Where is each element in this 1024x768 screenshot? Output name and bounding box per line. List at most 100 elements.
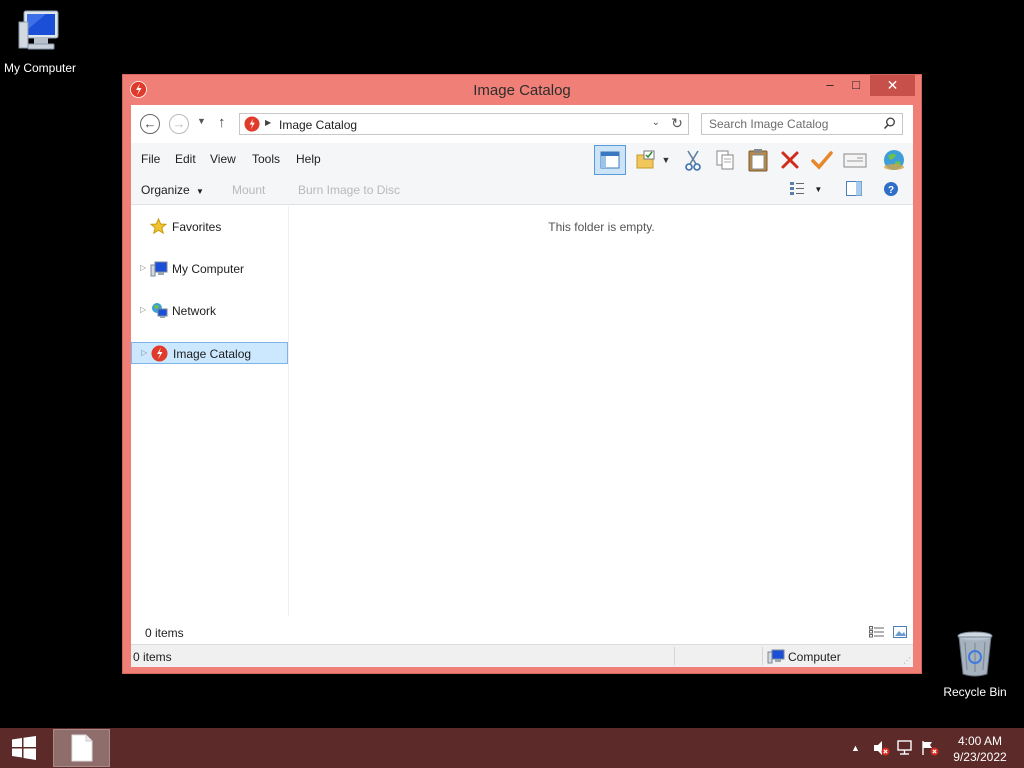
properties-button[interactable] <box>841 147 869 173</box>
search-input[interactable] <box>709 117 879 131</box>
address-row: ← → ▼ ↑ ▶ Image Catalog ⌄ ↻ <box>131 105 913 143</box>
tree-item-label: My Computer <box>172 262 245 276</box>
menu-tools[interactable]: Tools <box>252 152 280 166</box>
menu-help[interactable]: Help <box>296 152 321 166</box>
expand-arrow-icon[interactable]: ▷ <box>141 348 147 357</box>
up-button[interactable]: ↑ <box>218 114 226 131</box>
menu-view[interactable]: View <box>210 152 236 166</box>
check-button[interactable] <box>808 147 836 173</box>
daemon-tools-icon <box>244 116 260 132</box>
tree-item-image-catalog[interactable]: ▷ Image Catalog <box>131 342 288 364</box>
tree-item-network[interactable]: ▷ Network <box>131 300 288 322</box>
desktop-icon-label: Recycle Bin <box>943 685 1007 699</box>
network-status-icon[interactable] <box>897 728 915 768</box>
image-catalog-window: Image Catalog – □ ✕ ← → ▼ ↑ ▶ Image Cata… <box>122 74 922 674</box>
svg-text:?: ? <box>888 185 894 196</box>
tree-item-label: Network <box>172 304 217 318</box>
menu-bar: File Edit View Tools Help ▼ <box>131 143 913 175</box>
paste-icon <box>748 149 768 172</box>
properties-icon <box>843 153 867 168</box>
address-bar[interactable]: ▶ Image Catalog ⌄ <box>239 113 689 135</box>
new-folder-icon <box>636 150 655 169</box>
view-list-icon <box>790 182 804 195</box>
new-folder-dropdown[interactable]: ▼ <box>659 147 673 173</box>
change-view-button[interactable]: ▼ <box>789 181 822 198</box>
tree-item-favorites[interactable]: Favorites <box>131 216 288 238</box>
copy-button[interactable] <box>711 147 739 173</box>
status-zone-label: Computer <box>788 650 841 664</box>
close-button[interactable]: ✕ <box>870 75 915 96</box>
maximize-button[interactable]: □ <box>843 75 869 96</box>
daemon-tools-icon <box>151 345 168 362</box>
paste-button[interactable] <box>744 147 772 173</box>
back-button[interactable]: ← <box>140 114 160 134</box>
desktop-icon-recycle-bin[interactable]: Recycle Bin <box>935 630 1015 699</box>
breadcrumb-image-catalog[interactable]: Image Catalog <box>279 118 357 132</box>
tree-item-label: Image Catalog <box>173 347 252 361</box>
minimize-button[interactable]: – <box>817 75 843 96</box>
tree-item-my-computer[interactable]: ▷ My Computer <box>131 258 288 280</box>
new-folder-button[interactable] <box>632 147 660 173</box>
delete-icon <box>781 151 799 169</box>
chevron-down-icon: ▼ <box>196 187 204 196</box>
windows-logo-icon <box>12 736 36 760</box>
large-icons-view-icon <box>893 626 907 638</box>
copy-icon <box>716 150 734 170</box>
volume-icon[interactable] <box>872 728 890 768</box>
menu-file[interactable]: File <box>141 152 160 166</box>
desktop-icon-my-computer[interactable]: My Computer <box>0 8 80 75</box>
organize-button[interactable]: Organize ▼ <box>141 183 204 197</box>
empty-folder-message: This folder is empty. <box>548 220 655 234</box>
globe-button[interactable] <box>880 147 908 173</box>
globe-icon <box>884 150 904 170</box>
search-icon[interactable] <box>883 117 896 130</box>
title-bar[interactable]: Image Catalog – □ ✕ <box>123 75 921 105</box>
search-box[interactable] <box>701 113 903 135</box>
forward-button[interactable]: → <box>169 114 189 134</box>
organize-label: Organize <box>141 183 190 197</box>
mount-button[interactable]: Mount <box>232 183 265 197</box>
status-zone: Computer <box>767 648 841 667</box>
recent-locations-dropdown[interactable]: ▼ <box>197 116 206 126</box>
delete-button[interactable] <box>776 147 804 173</box>
show-hidden-icons-button[interactable]: ▲ <box>851 728 860 768</box>
status-bar: 0 items Computer ⋰ <box>131 644 913 667</box>
details-bar: 0 items <box>131 621 913 643</box>
resize-grip-icon[interactable]: ⋰ <box>903 656 911 665</box>
taskbar-app-button[interactable] <box>53 729 110 767</box>
burn-image-button[interactable]: Burn Image to Disc <box>298 183 400 197</box>
window-client: ← → ▼ ↑ ▶ Image Catalog ⌄ ↻ Search Image… <box>131 105 913 667</box>
clock-time: 4:00 AM <box>957 734 1003 748</box>
breadcrumb-separator-icon[interactable]: ▶ <box>265 118 271 127</box>
status-item-count: 0 items <box>133 650 172 664</box>
address-dropdown-icon[interactable]: ⌄ <box>652 117 660 128</box>
expand-arrow-icon[interactable]: ▷ <box>140 305 146 314</box>
window-title: Image Catalog <box>473 82 571 99</box>
computer-icon <box>767 649 785 664</box>
recycle-bin-icon <box>957 631 993 677</box>
file-list[interactable]: This folder is empty. <box>290 206 913 616</box>
clock-date: 9/23/2022 <box>953 750 1007 764</box>
network-icon <box>152 303 168 318</box>
expand-arrow-icon[interactable]: ▷ <box>140 263 146 272</box>
help-button[interactable]: ? <box>883 181 899 200</box>
menu-edit[interactable]: Edit <box>175 152 196 166</box>
system-clock[interactable]: 4:00 AM 9/23/2022 <box>944 733 1016 765</box>
check-icon <box>811 151 833 170</box>
cut-button[interactable] <box>679 147 707 173</box>
large-icons-view-button[interactable] <box>893 626 907 641</box>
action-center-flag-icon[interactable] <box>921 728 939 768</box>
tree-item-label: Favorites <box>172 220 222 234</box>
refresh-button[interactable]: ↻ <box>666 113 688 135</box>
preview-pane-icon <box>846 181 862 196</box>
computer-icon <box>18 10 59 50</box>
start-button[interactable] <box>0 728 48 768</box>
layout-pane-button[interactable] <box>594 145 626 175</box>
arrow-left-icon: ← <box>143 116 157 131</box>
details-view-icon <box>869 626 884 638</box>
computer-icon <box>150 261 168 277</box>
chevron-down-icon: ▼ <box>814 185 823 194</box>
details-view-button[interactable] <box>869 626 885 641</box>
preview-pane-button[interactable] <box>846 181 862 199</box>
help-icon: ? <box>884 182 898 196</box>
